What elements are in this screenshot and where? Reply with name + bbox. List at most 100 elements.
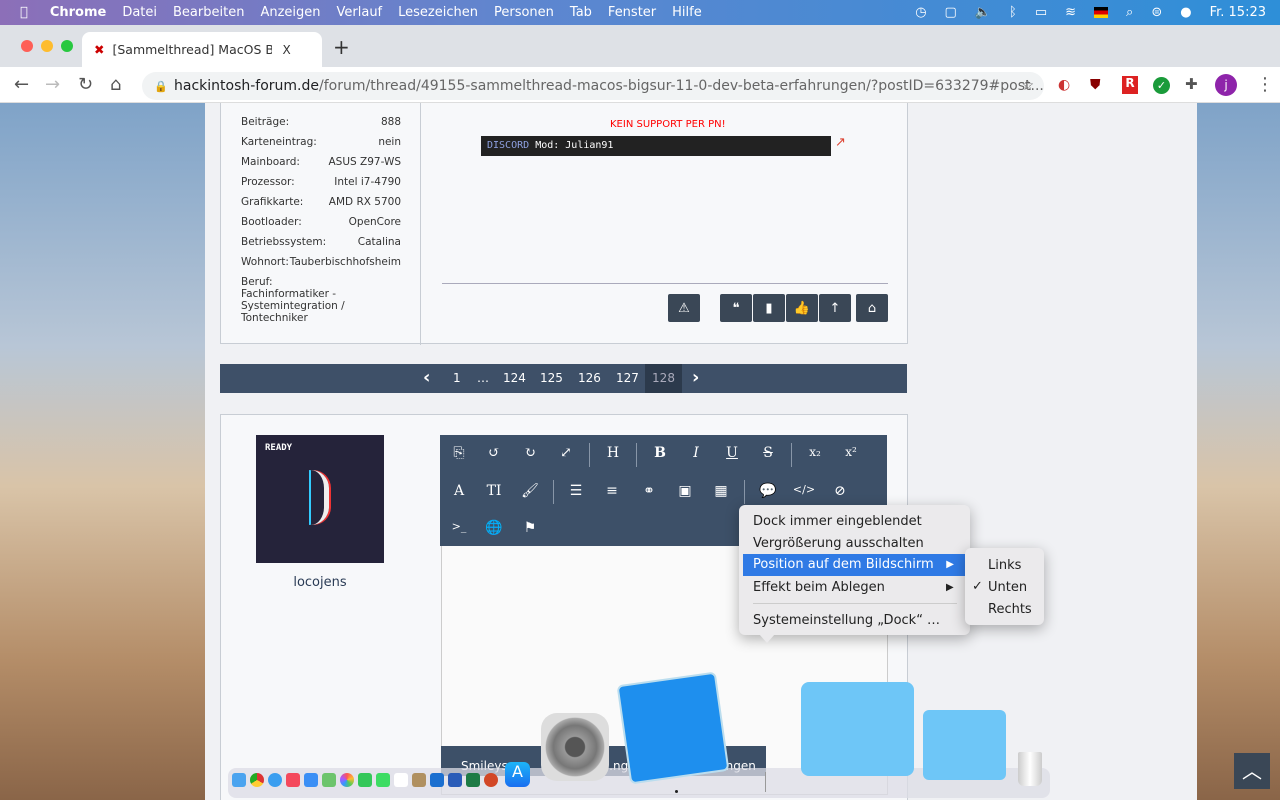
excel-icon[interactable] xyxy=(466,773,480,787)
flag-de-icon[interactable] xyxy=(1094,7,1109,18)
username-link[interactable]: locojens xyxy=(256,575,384,590)
url-input[interactable]: 🔒 hackintosh-forum.de/forum/thread/49155… xyxy=(142,72,1044,100)
downloads-folder-icon[interactable] xyxy=(923,710,1006,780)
notes-icon[interactable] xyxy=(412,773,426,787)
chrome-icon[interactable] xyxy=(250,773,264,787)
submenu-item-unten[interactable]: Unten xyxy=(988,580,1027,595)
outlook-icon[interactable] xyxy=(430,773,444,787)
menu-tab[interactable]: Tab xyxy=(570,5,592,20)
messages-icon[interactable] xyxy=(376,773,390,787)
menu-item-position[interactable]: Position auf dem Bildschirm ▶ xyxy=(743,554,966,576)
align-icon[interactable]: ≡ xyxy=(600,483,624,499)
photos-icon[interactable] xyxy=(340,773,354,787)
menu-item-always-show[interactable]: Dock immer eingeblendet xyxy=(753,514,922,529)
report-button[interactable]: ⚠ xyxy=(668,294,700,322)
page-link[interactable]: 1 xyxy=(453,371,461,385)
spotlight-icon[interactable]: ⌕ xyxy=(1126,5,1133,20)
forward-button[interactable]: → xyxy=(45,74,60,95)
bookmark-button[interactable]: ▮ xyxy=(753,294,785,322)
page-link[interactable]: 126 xyxy=(578,371,601,385)
menu-datei[interactable]: Datei xyxy=(122,5,157,20)
system-preferences-icon[interactable] xyxy=(541,713,609,781)
app-store-icon[interactable]: A xyxy=(505,762,530,787)
menu-personen[interactable]: Personen xyxy=(494,5,554,20)
siri-icon[interactable]: ● xyxy=(1180,5,1191,20)
strike-button[interactable]: S xyxy=(756,445,780,461)
menu-item-dock-preferences[interactable]: Systemeinstellung „Dock“ … xyxy=(753,613,940,628)
link-icon[interactable]: ⚭ xyxy=(637,483,661,499)
minimize-window-button[interactable] xyxy=(41,40,53,52)
page-link[interactable]: 124 xyxy=(503,371,526,385)
superscript-button[interactable]: x² xyxy=(839,445,863,459)
volume-icon[interactable]: 🔈 xyxy=(975,5,991,20)
menu-item-drop-effect[interactable]: Effekt beim Ablegen xyxy=(753,580,885,595)
safari-icon[interactable] xyxy=(268,773,282,787)
control-center-icon[interactable]: ⊜ xyxy=(1151,5,1162,20)
bluetooth-icon[interactable]: ᛒ xyxy=(1009,5,1017,20)
battery-icon[interactable]: ▭ xyxy=(1035,5,1047,20)
zoom-window-button[interactable] xyxy=(61,40,73,52)
menu-verlauf[interactable]: Verlauf xyxy=(337,5,383,20)
bookmark-star-icon[interactable]: ☆ xyxy=(1021,78,1034,94)
powerpoint-icon[interactable] xyxy=(484,773,498,787)
list-icon[interactable]: ☰ xyxy=(564,483,588,499)
subscript-button[interactable]: x₂ xyxy=(803,445,827,459)
reload-button[interactable]: ↻ xyxy=(78,74,93,95)
next-page-button[interactable]: › xyxy=(692,367,699,388)
tab-active[interactable]: ✖ [Sammelthread] MacOS BigSur X xyxy=(82,32,322,67)
external-link-icon[interactable]: ↗ xyxy=(835,135,846,150)
extensions-puzzle-icon[interactable]: ✚ xyxy=(1185,75,1198,93)
undo-icon[interactable]: ↺ xyxy=(482,445,506,461)
bold-button[interactable]: B xyxy=(648,445,672,461)
calendar-icon[interactable] xyxy=(394,773,408,787)
discord-banner[interactable]: DISCORD Mod: Julian91 xyxy=(481,136,831,156)
home-post-button[interactable]: ⌂ xyxy=(856,294,888,322)
scroll-to-top-button[interactable]: ︿ xyxy=(1234,753,1270,789)
italic-button[interactable]: I xyxy=(684,445,708,461)
flag-icon[interactable]: ⚑ xyxy=(518,520,542,536)
submenu-item-links[interactable]: Links xyxy=(988,558,1021,573)
paint-brush-icon[interactable]: 🖌 xyxy=(518,483,542,499)
menu-item-magnification[interactable]: Vergrößerung ausschalten xyxy=(753,536,924,551)
spoiler-icon[interactable]: ⊘ xyxy=(828,483,852,499)
terminal-icon[interactable]: >_ xyxy=(447,520,471,533)
image-icon[interactable]: ▣ xyxy=(673,483,697,499)
display-icon[interactable]: ▢ xyxy=(945,5,957,20)
trash-icon[interactable] xyxy=(1018,752,1042,786)
font-button[interactable]: A xyxy=(447,483,471,499)
word-icon[interactable] xyxy=(448,773,462,787)
apple-icon[interactable]:  xyxy=(20,5,28,20)
menu-anzeigen[interactable]: Anzeigen xyxy=(260,5,320,20)
code-icon[interactable]: </> xyxy=(792,483,816,496)
tab-close-button[interactable]: X xyxy=(282,43,290,57)
menu-hilfe[interactable]: Hilfe xyxy=(672,5,702,20)
fullscreen-icon[interactable]: ⤢ xyxy=(554,445,578,461)
documents-folder-icon[interactable] xyxy=(801,682,914,776)
prev-page-button[interactable]: ‹ xyxy=(423,367,430,388)
menu-bearbeiten[interactable]: Bearbeiten xyxy=(173,5,244,20)
menu-lesezeichen[interactable]: Lesezeichen xyxy=(398,5,478,20)
page-link[interactable]: 125 xyxy=(540,371,563,385)
like-button[interactable]: 👍 xyxy=(786,294,818,322)
clock[interactable]: Fr. 15:23 xyxy=(1210,5,1266,20)
underline-button[interactable]: U xyxy=(720,445,744,461)
heading-button[interactable]: H xyxy=(601,445,625,461)
globe-icon[interactable]: 🌐 xyxy=(482,520,506,536)
mail-icon[interactable] xyxy=(304,773,318,787)
wifi-icon[interactable]: ≋ xyxy=(1065,5,1076,20)
page-link[interactable]: 127 xyxy=(616,371,639,385)
profile-avatar[interactable]: j xyxy=(1215,74,1237,96)
facetime-icon[interactable] xyxy=(358,773,372,787)
menu-app-name[interactable]: Chrome xyxy=(50,5,107,20)
home-button[interactable]: ⌂ xyxy=(110,74,121,95)
extension-ublock-icon[interactable]: ⛊ xyxy=(1090,77,1101,93)
extension-r-icon[interactable]: R xyxy=(1122,76,1138,94)
new-tab-button[interactable]: + xyxy=(333,35,350,59)
finder-icon[interactable] xyxy=(232,773,246,787)
back-button[interactable]: ← xyxy=(14,74,29,95)
menu-fenster[interactable]: Fenster xyxy=(608,5,656,20)
xcode-icon[interactable] xyxy=(616,671,730,785)
submenu-item-rechts[interactable]: Rechts xyxy=(988,602,1032,617)
close-window-button[interactable] xyxy=(21,40,33,52)
font-size-button[interactable]: TI xyxy=(482,483,506,499)
